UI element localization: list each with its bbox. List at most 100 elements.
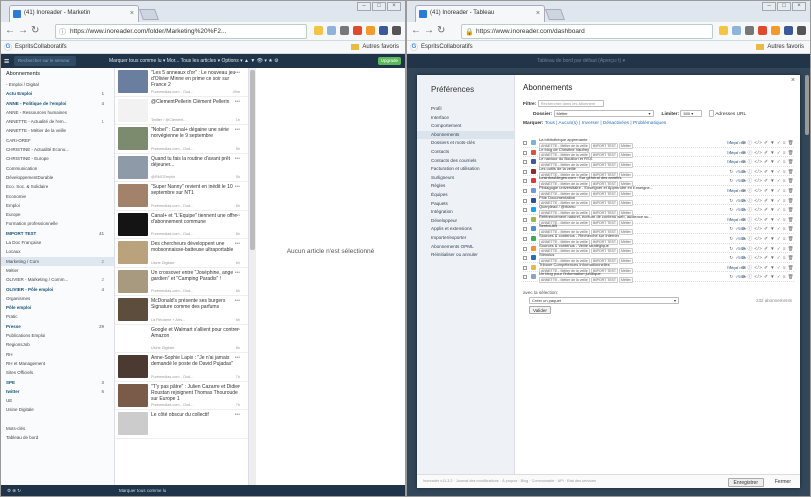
preferences-menu-item[interactable]: Paquets	[431, 200, 515, 209]
hamburger-icon[interactable]: ≡	[4, 54, 9, 68]
sidebar-item[interactable]: Tableau de bord	[1, 433, 114, 442]
subscription-row[interactable]: La bibliothèque apprenante ANNETTE - Méti…	[523, 138, 794, 149]
close-window-icon[interactable]: ×	[387, 2, 401, 11]
close-tab-icon[interactable]: ×	[130, 6, 134, 21]
preferences-menu-item[interactable]: Développeur	[431, 217, 515, 226]
row-checkbox[interactable]	[523, 265, 527, 270]
extension-icon[interactable]	[340, 26, 349, 35]
sidebar-item[interactable]: RH et Management	[1, 359, 114, 368]
row-checkbox[interactable]	[523, 198, 527, 203]
preferences-menu-item[interactable]: Intégration	[431, 208, 515, 217]
row-action-icons[interactable]: ↻ ✓ ⚙ ⓘ </> ✐ ▼ ✓ ≡ 🗑	[729, 159, 794, 165]
selection-select[interactable]: Créer un paquet ▾	[529, 297, 679, 304]
more-options-icon[interactable]: •••	[235, 412, 240, 418]
url-input[interactable]: ⓘ https://www.inoreader.com/folder/Market…	[55, 24, 307, 39]
preferences-menu-item[interactable]: Règles	[431, 182, 515, 191]
article-item[interactable]: Anne-Sophie Lapix : "Je n'ai jamais dema…	[115, 353, 248, 382]
subscription-row[interactable]: SentoLAB ANNETTE - Métier de la veille IMP…	[523, 224, 794, 236]
sidebar-item[interactable]: Pratic	[1, 312, 114, 321]
row-checkbox[interactable]	[523, 208, 527, 213]
more-options-icon[interactable]: •••	[235, 213, 240, 219]
subscription-row[interactable]: Un blog pour l'information juridique ANNE…	[523, 272, 794, 284]
row-action-icons[interactable]: ↻ ✓ ⚙ ⓘ </> ✐ ▼ ✓ ≡ 🗑	[729, 150, 794, 156]
limit-select[interactable]: 500 ▾	[680, 110, 703, 117]
forward-icon[interactable]: →	[424, 25, 437, 36]
toolbar-actions[interactable]: Marquer tous comme lu ▾ Mor... Tous les …	[109, 54, 279, 68]
browser-tab[interactable]: (41) Inoreader - Marketin ×	[9, 5, 139, 22]
row-checkbox[interactable]	[523, 256, 527, 261]
folder-select[interactable]: Métier ▾	[553, 110, 654, 117]
extension-icon[interactable]	[327, 26, 336, 35]
page-scrollbar[interactable]	[805, 75, 809, 135]
sidebar-item[interactable]: Formation professionnelle	[1, 219, 114, 228]
subscription-row[interactable]: Sources & contenus - Recherche sur inter…	[523, 234, 794, 245]
preferences-menu-item[interactable]: Applis et extensions	[431, 225, 515, 234]
url-input[interactable]: 🔒 https://www.inoreader.com/dashboard	[461, 24, 713, 39]
subscription-row[interactable]: Stimulus ANNETTE - Métier de la veille IMP…	[523, 253, 794, 264]
row-checkbox[interactable]	[523, 160, 527, 165]
row-checkbox[interactable]	[523, 275, 527, 280]
rss-icon[interactable]	[771, 26, 780, 35]
sidebar-item[interactable]: Emploi	[1, 201, 114, 210]
sidebar-item[interactable]: twitter 5	[1, 387, 114, 396]
extension-icon[interactable]	[784, 26, 793, 35]
filter-input[interactable]: Rechercher dans les abonnem	[537, 100, 604, 107]
close-tab-icon[interactable]: ×	[536, 6, 540, 21]
sidebar-item[interactable]: Abonnements	[1, 68, 114, 80]
article-item[interactable]: "Nobel" : Canal+ dégaine une série norvé…	[115, 125, 248, 154]
more-options-icon[interactable]: •••	[235, 70, 240, 76]
close-window-icon[interactable]: ×	[792, 2, 806, 11]
article-item[interactable]: "T'y pas pâtre" : Julien Cazarre et Didi…	[115, 382, 248, 410]
mark-all-read-link[interactable]: Marquer tous comme lu	[115, 485, 166, 496]
sidebar-item[interactable]: IMPORT TEST 41	[1, 229, 114, 238]
extension-icon[interactable]	[745, 26, 754, 35]
sidebar-item[interactable]: Usine Digitale	[1, 405, 114, 414]
article-item[interactable]: McDonald's présente ses burgers Signatur…	[115, 296, 248, 325]
extension-icon[interactable]	[353, 26, 362, 35]
article-scrollbar[interactable]	[249, 68, 256, 485]
bookmark-item[interactable]: EspritsCollaboratifs	[15, 44, 67, 50]
sidebar-item[interactable]: ANNETTE - Actualité de l'em... 1	[1, 117, 114, 126]
more-options-icon[interactable]: •••	[235, 127, 240, 133]
tag[interactable]: ANNETTE - Métier de la veille	[539, 277, 590, 284]
sidebar-item[interactable]: Eco. Soc. & Solidaire	[1, 182, 114, 191]
lock-icon[interactable]: 🔒	[465, 26, 474, 38]
row-action-icons[interactable]: ↻ ✓ ⚙ ⓘ </> ✐ ▼ ✓ ≡ 🗑	[729, 236, 794, 242]
sidebar-item[interactable]: Sites Officiels	[1, 368, 114, 377]
preferences-menu-item[interactable]: Importer/exporter	[431, 234, 515, 243]
preferences-menu-item[interactable]: Profil	[431, 105, 515, 114]
other-bookmarks[interactable]: Autres favoris	[351, 41, 399, 53]
sidebar-item[interactable]: Organismes	[1, 294, 114, 303]
sidebar-item[interactable]: Pôle emploi	[1, 303, 114, 312]
more-options-icon[interactable]: •••	[235, 270, 240, 276]
reload-icon[interactable]: ↻	[437, 25, 448, 36]
sidebar-item[interactable]: Communication	[1, 164, 114, 173]
article-item[interactable]: "Les 5 anneaux d'or" : Le nouveau jeu d'…	[115, 68, 248, 97]
subscription-row[interactable]: Pôle Documentation ANNETTE - Métier de la…	[523, 196, 794, 207]
preferences-menu-item[interactable]: Équipes	[431, 191, 515, 200]
urls-checkbox[interactable]	[709, 110, 715, 117]
row-action-icons[interactable]: ↻ ✓ ⚙ ⓘ </> ✐ ▼ ✓ ≡ 🗑	[729, 217, 794, 223]
row-action-icons[interactable]: ↻ ✓ ⚙ ⓘ </> ✐ ▼ ✓ ≡ 🗑	[729, 246, 794, 252]
sidebar-item[interactable]: ANNETTE - Métier de la veille	[1, 126, 114, 135]
row-checkbox[interactable]	[523, 217, 527, 222]
subscription-row[interactable]: Le blog de Christine Vaufrey ANNETTE - Mé…	[523, 148, 794, 159]
article-item[interactable]: "Super Nanny" revient en inédit le 10 se…	[115, 182, 248, 211]
row-action-icons[interactable]: ↻ ✓ ⚙ ⓘ </> ✐ ▼ ✓ ≡ 🗑	[729, 274, 794, 280]
preferences-menu-item[interactable]: Facturation et utilisation	[431, 165, 515, 174]
article-item[interactable]: Des chercheurs développent une mobsonnai…	[115, 239, 248, 268]
search-input[interactable]: Rechercher sur le serveur	[14, 56, 76, 66]
sidebar-item[interactable]: Presse 29	[1, 322, 114, 331]
preferences-menu-item[interactable]: Abonnements OPML	[431, 243, 515, 252]
row-checkbox[interactable]	[523, 179, 527, 184]
reload-icon[interactable]: ↻	[31, 25, 42, 36]
extension-icon[interactable]	[379, 26, 388, 35]
new-tab-button[interactable]	[138, 9, 160, 20]
tag[interactable]: IMPORT TEST	[590, 277, 619, 284]
sidebar-item[interactable]: RegionsJob	[1, 340, 114, 349]
sidebar-item[interactable]	[1, 415, 114, 424]
extension-icon[interactable]	[758, 26, 767, 35]
row-checkbox[interactable]	[523, 150, 527, 155]
row-action-icons[interactable]: ↻ ✓ ⚙ ⓘ </> ✐ ▼ ✓ ≡ 🗑	[729, 226, 794, 232]
minimize-icon[interactable]: –	[357, 2, 371, 11]
